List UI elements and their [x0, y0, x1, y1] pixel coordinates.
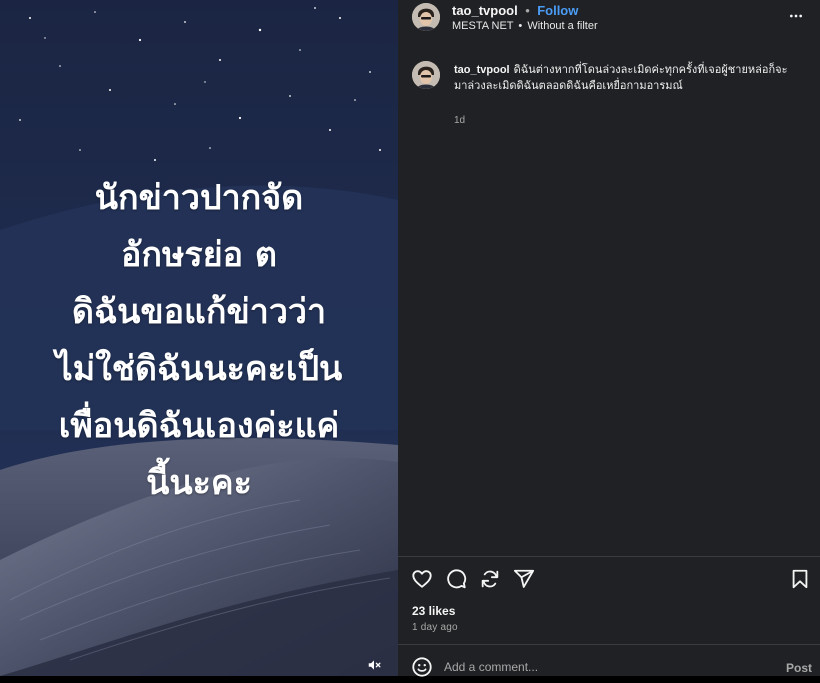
- heart-icon: [412, 570, 432, 588]
- separator-dot: •: [518, 20, 523, 32]
- like-button[interactable]: [411, 568, 433, 590]
- overlay-line: เพื่อนดิฉันเองค่ะแค่: [58, 406, 340, 446]
- overlay-line: ดิฉันขอแก้ข่าวว่า: [71, 292, 327, 332]
- save-button[interactable]: [789, 568, 811, 590]
- mute-button[interactable]: [364, 656, 384, 674]
- avatar[interactable]: [412, 3, 440, 31]
- emoji-button[interactable]: [411, 656, 433, 678]
- header-username[interactable]: tao_tvpool: [452, 3, 518, 18]
- likes-count[interactable]: 23 likes: [412, 604, 455, 618]
- caption-avatar[interactable]: [412, 61, 440, 89]
- audio-info[interactable]: MESTA NET • Without a filter: [452, 20, 598, 32]
- comment-icon: [447, 569, 467, 589]
- post-side-panel: tao_tvpool • Follow MESTA NET • Without …: [398, 0, 820, 678]
- audio-artist: MESTA NET: [452, 20, 514, 32]
- caption-comment: tao_tvpool ดิฉันต่างหากที่โดนล่วงละเมิดค่…: [454, 62, 794, 94]
- follow-button[interactable]: Follow: [537, 3, 578, 18]
- caption-username[interactable]: tao_tvpool: [454, 64, 510, 76]
- overlay-line: นี้นะคะ: [146, 463, 252, 503]
- divider: [398, 556, 820, 557]
- profile-photo: [412, 61, 440, 89]
- share-icon: [513, 569, 535, 588]
- separator-dot: •: [525, 3, 530, 18]
- audio-track: Without a filter: [527, 20, 598, 32]
- overlay-line: นักข่าวปากจัด: [94, 178, 304, 218]
- repost-icon: [481, 570, 499, 588]
- bookmark-icon: [792, 569, 808, 589]
- emoji-icon: [412, 657, 432, 677]
- caption-time[interactable]: 1d: [454, 115, 465, 126]
- post-media[interactable]: นักข่าวปากจัด อักษรย่อ ต ดิฉันขอแก้ข่าวว…: [0, 0, 398, 676]
- share-button[interactable]: [513, 568, 535, 590]
- divider: [398, 644, 820, 645]
- media-text-overlay: นักข่าวปากจัด อักษรย่อ ต ดิฉันขอแก้ข่าวว…: [0, 170, 398, 512]
- post-viewer: นักข่าวปากจัด อักษรย่อ ต ดิฉันขอแก้ข่าวว…: [0, 0, 820, 678]
- comment-input[interactable]: [444, 658, 764, 676]
- comment-button[interactable]: [445, 568, 467, 590]
- overlay-line: อักษรย่อ ต: [121, 235, 277, 275]
- speaker-muted-icon: [368, 660, 381, 670]
- post-date[interactable]: 1 day ago: [412, 622, 458, 633]
- overlay-line: ไม่ใช่ดิฉันนะคะเป็น: [55, 349, 343, 389]
- profile-photo: [412, 3, 440, 31]
- post-comment-button[interactable]: Post: [786, 661, 812, 675]
- more-horizontal-icon: [790, 14, 802, 18]
- repost-button[interactable]: [479, 568, 501, 590]
- more-options-button[interactable]: [788, 8, 812, 26]
